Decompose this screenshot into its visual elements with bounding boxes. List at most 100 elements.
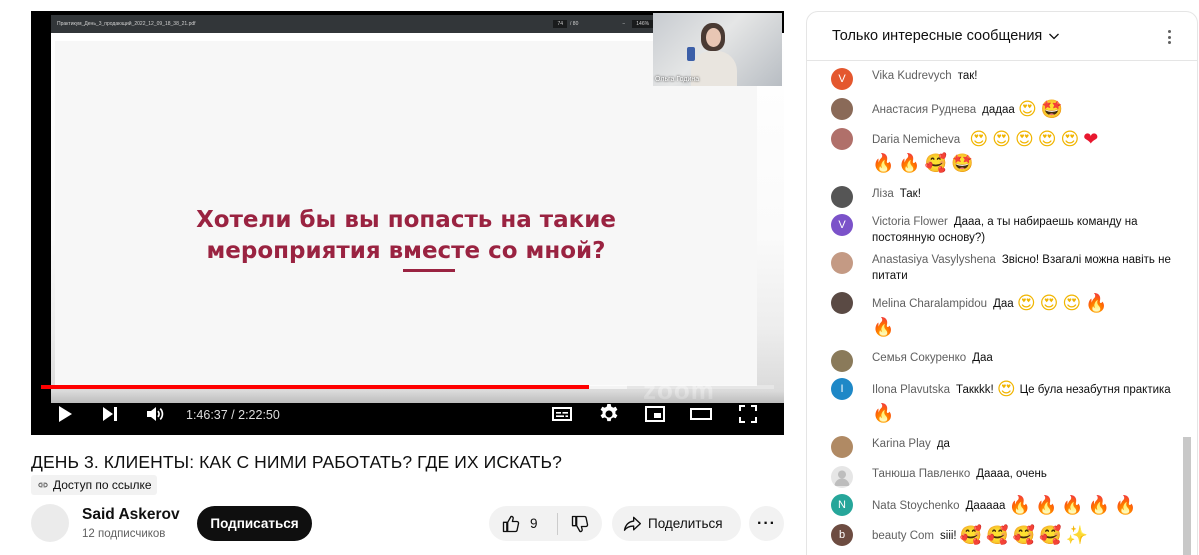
chat-scrollbar[interactable]: [1183, 437, 1191, 555]
heart-eyes-emoji: 😍: [1060, 129, 1080, 150]
chat-text: да: [936, 438, 950, 450]
share-icon: [623, 516, 641, 531]
chat-filter-dropdown[interactable]: Только интересные сообщения: [832, 28, 1060, 44]
chat-author: Anastasiya Vasylyshena: [872, 254, 996, 266]
chat-message-list: V Vika Kudrevych так! Анастасия Руднева да…: [807, 62, 1182, 555]
more-actions-button[interactable]: ···: [749, 506, 784, 541]
fullscreen-icon: [739, 405, 757, 423]
miniplayer-icon: [645, 406, 665, 422]
star-struck-emoji: 🤩: [951, 153, 974, 174]
chevron-down-icon: [1049, 33, 1060, 40]
heart-eyes-emoji: 😍: [1037, 129, 1057, 150]
share-button[interactable]: Поделиться: [612, 506, 741, 541]
chat-avatar[interactable]: [831, 292, 853, 314]
slide-heading-line-1: Хотели бы вы попасть на такие: [196, 207, 616, 233]
pdf-page-total: / 80: [570, 21, 579, 27]
play-button[interactable]: [51, 401, 77, 427]
video-title: ДЕНЬ 3. КЛИЕНТЫ: КАК С НИМИ РАБОТАТЬ? ГД…: [31, 452, 562, 472]
chat-avatar[interactable]: [831, 466, 853, 488]
chat-text: дадаа: [982, 104, 1015, 117]
chat-message: N Nata Stoychenko Дааааа 🔥 🔥 🔥 🔥 🔥: [831, 494, 1171, 518]
chat-avatar[interactable]: [831, 436, 853, 458]
smiling-hearts-emoji: 🥰: [959, 525, 983, 546]
webcam-thumbnail: Ольга Година: [653, 13, 782, 86]
channel-name[interactable]: Said Askerov: [82, 506, 180, 524]
chat-avatar[interactable]: I: [831, 378, 853, 400]
menu-dot-icon: [1167, 41, 1171, 44]
chat-text: Таккkk!: [956, 384, 994, 397]
settings-button[interactable]: [596, 401, 622, 427]
chat-avatar[interactable]: [831, 252, 853, 274]
chat-more-menu-button[interactable]: [1161, 27, 1177, 47]
miniplayer-button[interactable]: [642, 401, 668, 427]
chat-avatar[interactable]: V: [831, 68, 853, 90]
chat-message: Ліза Так!: [831, 186, 1171, 208]
chat-author: Karina Play: [872, 438, 931, 450]
dislike-button[interactable]: [558, 506, 602, 541]
chat-avatar[interactable]: [831, 98, 853, 120]
chat-header: Только интересные сообщения: [807, 12, 1197, 61]
thumbs-up-icon: [502, 515, 520, 532]
chat-author: Vika Kudrevych: [872, 70, 952, 82]
progress-bar[interactable]: [41, 385, 774, 389]
chat-text: siii!: [940, 530, 957, 543]
chat-message: Танюша Павленко Даааа, очень: [831, 466, 1171, 488]
presentation-slide: Хотели бы вы попасть на такие мероприяти…: [55, 41, 757, 386]
chat-avatar[interactable]: [831, 350, 853, 372]
chat-text: Даа: [972, 352, 993, 364]
volume-icon: [147, 407, 164, 421]
like-dislike-group: 9: [489, 506, 602, 541]
like-count: 9: [530, 516, 538, 531]
chat-author: Daria Nemicheva: [872, 134, 961, 147]
chat-avatar[interactable]: [831, 128, 853, 150]
channel-avatar[interactable]: [31, 504, 69, 542]
chat-message: Daria Nemicheva 😍 😍 😍 😍 😍 ❤ 🔥 🔥 🥰 🤩: [831, 128, 1171, 176]
subscribe-button[interactable]: Подписаться: [197, 506, 312, 541]
chat-message: b beauty Com siii! 🥰 🥰 🥰 🥰 ✨: [831, 524, 1171, 548]
chat-avatar[interactable]: V: [831, 214, 853, 236]
chat-author: Танюша Павленко: [872, 468, 971, 480]
chat-message: V Vika Kudrevych так!: [831, 68, 1171, 90]
fullscreen-button[interactable]: [735, 401, 761, 427]
pdf-filename: Практикум_День_3_продающий_2022_12_09_18…: [57, 21, 196, 27]
subtitles-button[interactable]: [549, 401, 575, 427]
chat-text: Даааа, очень: [976, 468, 1047, 480]
star-struck-emoji: 🤩: [1040, 99, 1064, 120]
pdf-zoom-level: 146%: [632, 20, 654, 28]
chat-text-continued: Це була незабутня практика: [1019, 384, 1171, 397]
chat-message: Семья Сокуренко Даа: [831, 350, 1171, 372]
heart-eyes-emoji: 😍: [969, 129, 989, 150]
chat-author: Melina Charalampidou: [872, 298, 988, 311]
fire-emoji: 🔥: [1061, 495, 1084, 516]
slide-heading-line-2: мероприятия вместе со мной?: [206, 238, 606, 264]
live-chat-panel: Только интересные сообщения V Vika Kudre…: [806, 11, 1198, 555]
player-controls: 1:46:37 / 2:22:50: [31, 391, 784, 435]
chat-avatar[interactable]: b: [831, 524, 853, 546]
chat-text: Даа: [993, 298, 1014, 311]
link-icon: [38, 482, 48, 488]
progress-played: [41, 385, 589, 389]
volume-button[interactable]: [143, 401, 169, 427]
like-button[interactable]: 9: [489, 506, 557, 541]
fire-emoji: 🔥: [872, 317, 895, 338]
chat-avatar[interactable]: N: [831, 494, 853, 516]
chat-author: Ilona Plavutska: [872, 384, 950, 397]
webcam-participant-name: Ольга Година: [655, 76, 700, 83]
chat-filter-label: Только интересные сообщения: [832, 28, 1043, 44]
heart-eyes-emoji: 😍: [1017, 99, 1037, 120]
smiling-hearts-emoji: 🥰: [986, 525, 1009, 546]
video-player[interactable]: Практикум_День_3_продающий_2022_12_09_18…: [31, 11, 784, 435]
heart-eyes-emoji: 😍: [1039, 293, 1059, 314]
theater-mode-button[interactable]: [688, 401, 714, 427]
chat-avatar[interactable]: [831, 186, 853, 208]
zoom-out-icon: −: [622, 21, 626, 27]
fire-emoji: 🔥: [898, 153, 921, 174]
slide-underline: [403, 269, 455, 272]
heart-eyes-emoji: 😍: [996, 379, 1016, 400]
fire-emoji: 🔥: [1085, 293, 1108, 314]
thumbs-down-icon: [571, 515, 589, 532]
pdf-page-number: 74: [553, 20, 568, 28]
chat-author: Ліза: [872, 188, 894, 200]
next-button[interactable]: [97, 401, 123, 427]
menu-dot-icon: [1167, 35, 1171, 39]
